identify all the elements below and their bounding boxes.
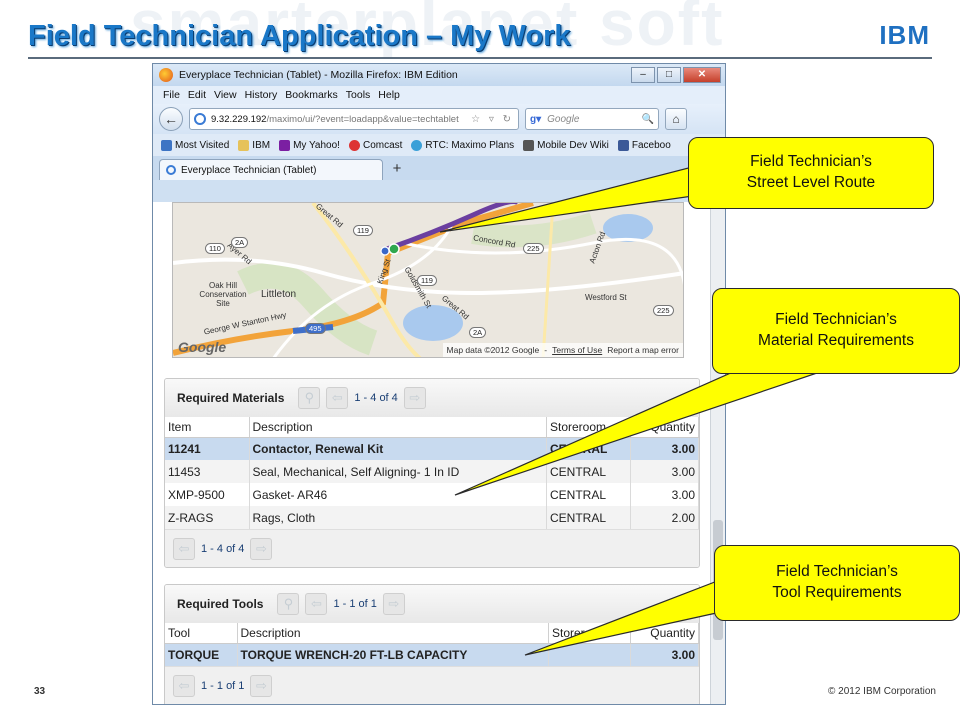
slide: smarterplanet soft Field Technician Appl… bbox=[0, 0, 960, 720]
materials-callout-line1: Field Technician’s bbox=[775, 311, 897, 329]
route-callout-pointer bbox=[439, 164, 701, 233]
page-number: 33 bbox=[34, 686, 46, 697]
route-callout: Field Technician’s Street Level Route bbox=[688, 137, 934, 209]
materials-callout-pointer bbox=[454, 359, 823, 496]
materials-callout-line2: Material Requirements bbox=[758, 332, 914, 349]
tools-callout: Field Technician’s Tool Requirements bbox=[714, 545, 960, 621]
copyright-notice: © 2012 IBM Corporation bbox=[828, 686, 936, 697]
tools-callout-pointer bbox=[524, 579, 731, 656]
materials-callout: Field Technician’s Material Requirements bbox=[712, 288, 960, 374]
tools-callout-line1: Field Technician’s bbox=[776, 563, 898, 581]
route-callout-line2: Street Level Route bbox=[746, 174, 876, 191]
tools-callout-line2: Tool Requirements bbox=[772, 584, 902, 601]
route-callout-line1: Field Technician’s bbox=[750, 153, 872, 171]
